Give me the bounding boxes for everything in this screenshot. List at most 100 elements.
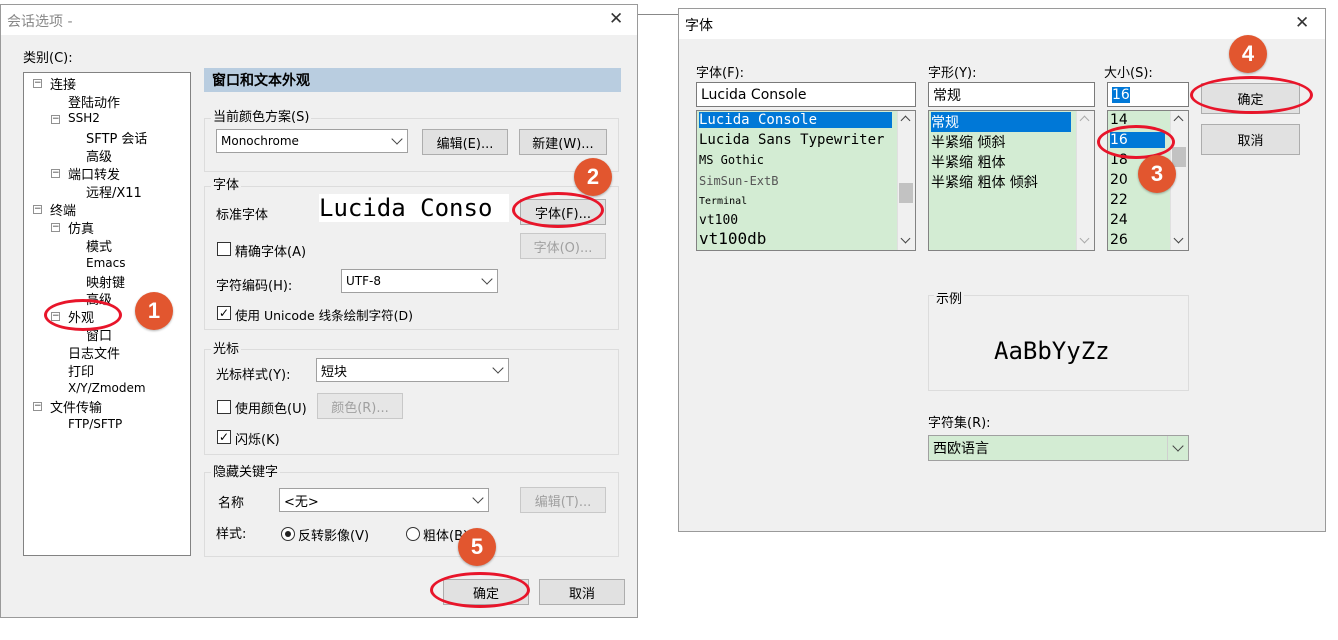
unicode-label: 使用 Unicode 线条绘制字符(D) <box>235 308 414 323</box>
chevron-up-icon[interactable] <box>1079 115 1090 126</box>
tree-item-file-transfer[interactable]: 文件传输 <box>50 397 102 416</box>
font-style-input[interactable]: 常规 <box>928 82 1095 107</box>
new-scheme-button[interactable]: 新建(W)... <box>519 129 607 155</box>
chevron-down-icon[interactable] <box>1173 233 1184 244</box>
chevron-down-icon[interactable] <box>1079 233 1090 244</box>
list-item[interactable]: Terminal <box>699 196 747 207</box>
font-style-value: 常规 <box>933 87 961 104</box>
font-family-input[interactable]: Lucida Console <box>696 82 916 107</box>
reverse-video-radio[interactable] <box>281 527 295 541</box>
chevron-down-icon <box>391 133 403 145</box>
list-item[interactable]: 半紧缩 倾斜 <box>931 132 1005 152</box>
scrollbar[interactable] <box>1076 111 1094 250</box>
keyword-name-select[interactable]: <无> <box>279 488 489 512</box>
standard-font-label: 标准字体 <box>216 208 269 223</box>
cursor-style-label: 光标样式(Y): <box>216 368 291 383</box>
list-item[interactable]: Lucida Console <box>699 112 892 128</box>
tree-item-sftp-session[interactable]: SFTP 会话 <box>86 128 147 147</box>
tree-item-ftp-sftp[interactable]: FTP/SFTP <box>68 417 122 431</box>
list-item[interactable]: vt100db <box>699 229 766 248</box>
font-family-list[interactable]: Lucida Console Lucida Sans Typewriter MS… <box>696 110 916 251</box>
encoding-value: UTF-8 <box>346 274 381 288</box>
tree-item-remote-x11[interactable]: 远程/X11 <box>86 182 142 201</box>
tree-item-ssh2[interactable]: SSH2 <box>68 111 100 125</box>
cancel-button[interactable]: 取消 <box>539 579 625 605</box>
precise-font-button[interactable]: 字体(O)... <box>520 233 606 259</box>
cursor-style-value: 短块 <box>321 364 348 380</box>
keyword-style-label: 样式: <box>216 527 247 542</box>
scroll-thumb[interactable] <box>1172 147 1186 167</box>
session-dialog-title: 会话选项 - <box>7 14 73 30</box>
encoding-select[interactable]: UTF-8 <box>341 269 498 293</box>
tree-item-modes[interactable]: 模式 <box>86 236 112 255</box>
tree-item-log-file[interactable]: 日志文件 <box>68 343 120 362</box>
tree-item-ssh2-advanced[interactable]: 高级 <box>86 146 112 165</box>
list-item[interactable]: 半紧缩 粗体 倾斜 <box>931 172 1038 192</box>
edit-scheme-button[interactable]: 编辑(E)... <box>422 129 508 155</box>
tree-item-emacs[interactable]: Emacs <box>86 256 125 270</box>
font-group-label: 字体 <box>211 174 242 193</box>
cursor-style-select[interactable]: 短块 <box>316 358 509 382</box>
expander-icon[interactable]: − <box>51 169 60 178</box>
tree-item-port-forwarding[interactable]: 端口转发 <box>68 164 120 183</box>
keyword-group-label: 隐藏关键字 <box>211 461 281 480</box>
precise-font-checkbox[interactable] <box>217 242 231 256</box>
use-color-checkbox[interactable] <box>217 400 231 414</box>
tree-item-terminal[interactable]: 终端 <box>50 200 76 219</box>
chevron-up-icon[interactable] <box>1173 115 1184 126</box>
tree-item-connection[interactable]: 连接 <box>50 74 76 93</box>
chevron-down-icon[interactable] <box>900 233 911 244</box>
keyword-name-value: <无> <box>284 494 319 510</box>
chevron-up-icon[interactable] <box>900 115 911 126</box>
list-item[interactable]: 22 <box>1110 192 1128 208</box>
chevron-down-icon <box>1172 440 1184 452</box>
blink-label: 闪烁(K) <box>235 433 280 448</box>
font-size-input[interactable]: 16 <box>1107 82 1189 107</box>
charset-label: 字符集(R): <box>928 416 991 431</box>
expander-icon[interactable]: − <box>33 402 42 411</box>
list-item[interactable]: 半紧缩 粗体 <box>931 152 1005 172</box>
list-item[interactable]: 20 <box>1110 172 1128 188</box>
list-item[interactable]: MS Gothic <box>699 153 764 167</box>
list-item[interactable]: vt100 <box>699 213 738 228</box>
tree-item-xyzmodem[interactable]: X/Y/Zmodem <box>68 381 146 395</box>
keyword-edit-button[interactable]: 编辑(T)... <box>520 487 606 513</box>
bold-radio[interactable] <box>406 527 420 541</box>
font-style-label: 字形(Y): <box>928 66 977 81</box>
tree-item-login-actions[interactable]: 登陆动作 <box>68 92 120 111</box>
color-scheme-label: 当前颜色方案(S) <box>211 106 312 125</box>
list-item[interactable]: 26 <box>1110 232 1128 248</box>
close-icon[interactable]: ✕ <box>1295 13 1309 33</box>
highlight-ring-font-button <box>512 192 604 228</box>
select-divider <box>1167 436 1168 460</box>
sample-text: AaBbYyZz <box>994 337 1110 365</box>
color-scheme-select[interactable]: Monochrome <box>216 129 408 153</box>
expander-icon[interactable]: − <box>51 223 60 232</box>
font-titlebar: 字体 ✕ <box>679 9 1325 39</box>
annotation-badge-5: 5 <box>458 528 496 566</box>
charset-select[interactable]: 西欧语言 <box>928 435 1189 461</box>
expander-icon[interactable]: − <box>51 115 60 124</box>
unicode-checkbox[interactable]: ✓ <box>217 306 231 320</box>
list-item[interactable]: SimSun-ExtB <box>699 174 778 188</box>
blink-checkbox[interactable]: ✓ <box>217 430 231 444</box>
list-item[interactable]: 常规 <box>931 112 1071 132</box>
list-item[interactable]: Lucida Sans Typewriter <box>699 132 884 148</box>
chevron-down-icon <box>481 273 493 285</box>
font-style-list[interactable]: 常规 半紧缩 倾斜 半紧缩 粗体 半紧缩 粗体 倾斜 <box>928 110 1095 251</box>
tree-item-emulation[interactable]: 仿真 <box>68 218 94 237</box>
close-icon[interactable]: ✕ <box>609 9 623 29</box>
scroll-thumb[interactable] <box>899 183 913 203</box>
highlight-ring-font-ok <box>1190 76 1313 114</box>
list-item[interactable]: 24 <box>1110 212 1128 228</box>
tree-item-print[interactable]: 打印 <box>68 361 94 380</box>
expander-icon[interactable]: − <box>33 79 42 88</box>
highlight-ring-appearance <box>44 299 122 331</box>
font-cancel-button[interactable]: 取消 <box>1201 124 1300 155</box>
precise-font-label: 精确字体(A) <box>235 245 307 260</box>
standard-font-preview: Lucida Conso <box>319 194 509 222</box>
annotation-badge-4: 4 <box>1229 35 1267 73</box>
scrollbar[interactable] <box>897 111 915 250</box>
cursor-color-button[interactable]: 颜色(R)... <box>317 393 403 419</box>
expander-icon[interactable]: − <box>33 205 42 214</box>
